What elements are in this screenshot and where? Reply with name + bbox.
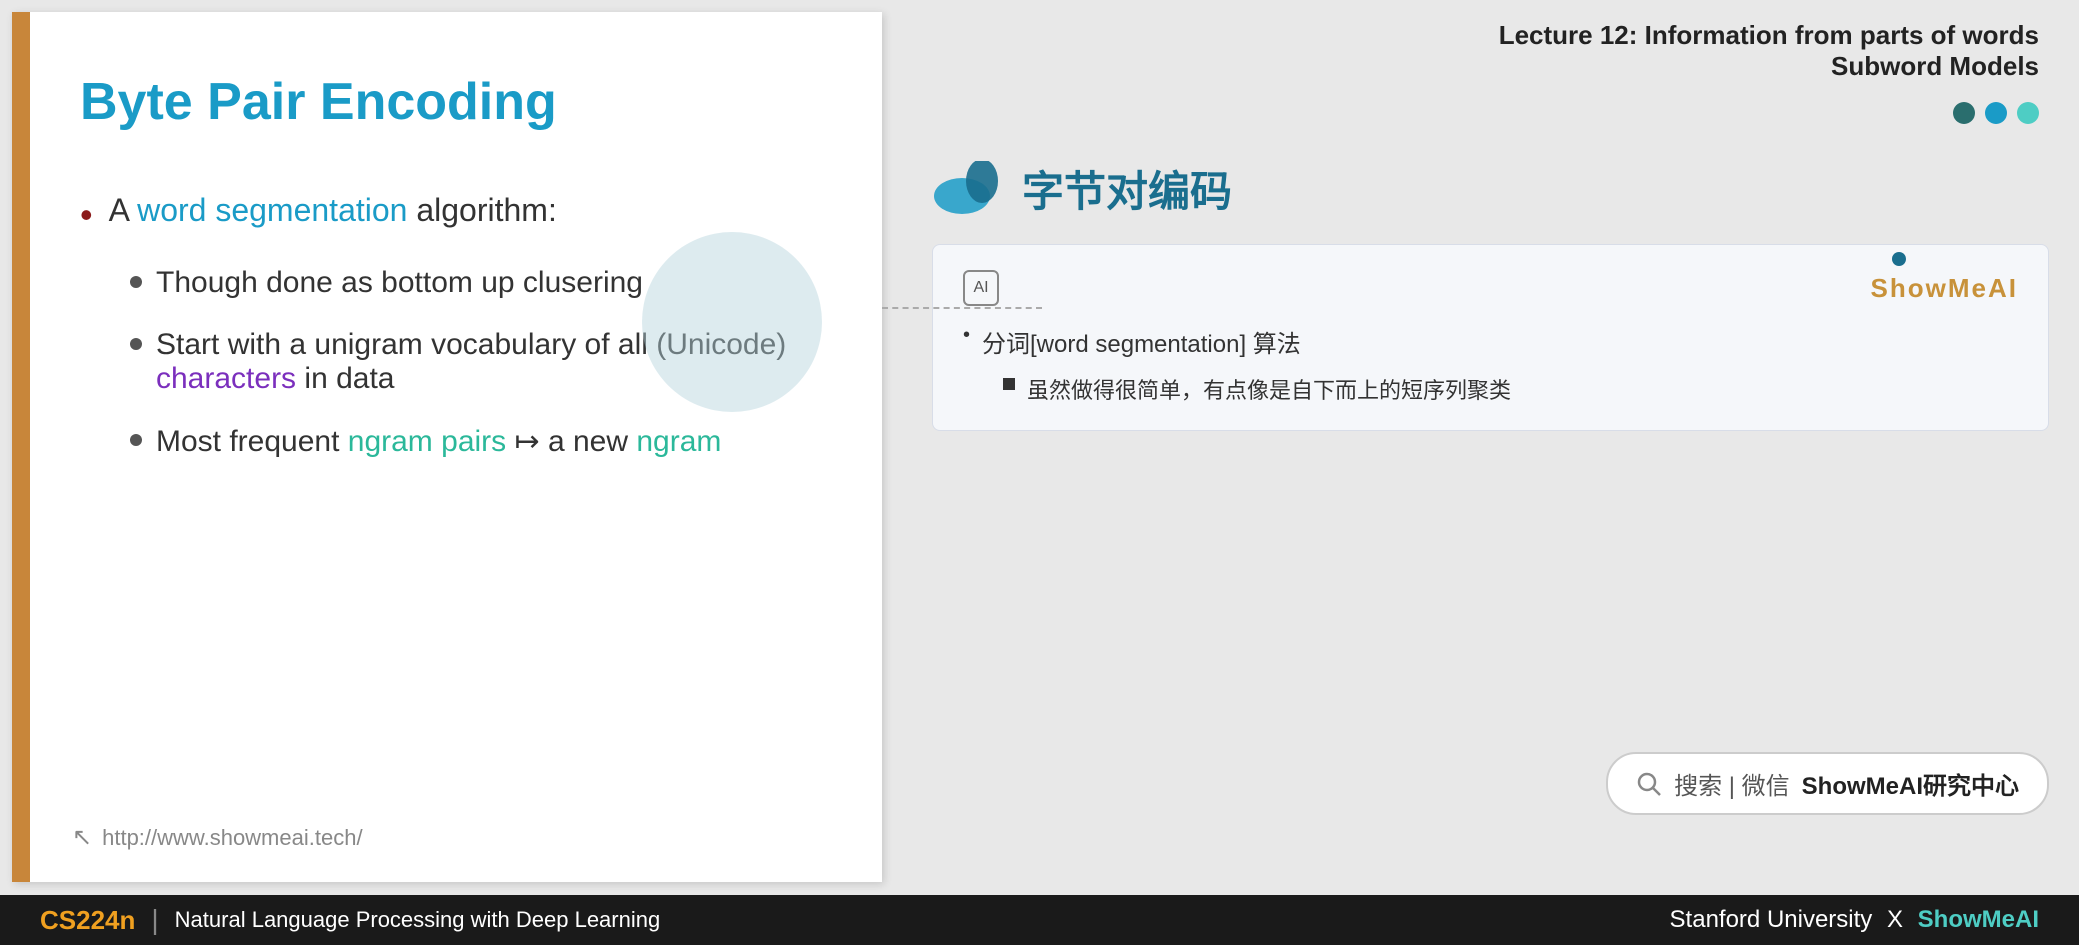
search-label-bold: ShowMeAI研究中心: [1802, 766, 2019, 801]
ai-icon: AI: [963, 270, 999, 306]
sub-bullet-3-text: Most frequent ngram pairs ↦ a new ngram: [156, 424, 721, 459]
bottom-description: Natural Language Processing with Deep Le…: [175, 907, 661, 933]
deco-circle: [642, 232, 822, 412]
dot-3: [2017, 102, 2039, 124]
sub-dot-2: [130, 338, 142, 350]
search-box[interactable]: 搜索 | 微信 ShowMeAI研究中心: [1606, 752, 2049, 815]
sub-dot-3: [130, 434, 142, 446]
bottom-bar: CS224n | Natural Language Processing wit…: [0, 895, 2079, 945]
trans-sub-bullet-1: 虽然做得很简单，有点像是自下而上的短序列聚类: [1003, 373, 2018, 405]
teal-dots: [932, 102, 2049, 124]
bottom-left: CS224n | Natural Language Processing wit…: [40, 904, 660, 936]
lecture-header: Lecture 12: Information from parts of wo…: [932, 20, 2049, 82]
bullet-dot-main: •: [80, 194, 93, 236]
dot-2: [1985, 102, 2007, 124]
bottom-right: Stanford University X ShowMeAI: [1670, 906, 2039, 934]
trans-dot-1: •: [963, 324, 970, 347]
footer-url: http://www.showmeai.tech/: [102, 825, 362, 851]
x-separator: X: [1887, 906, 1903, 933]
dot-1: [1953, 102, 1975, 124]
slide-title: Byte Pair Encoding: [80, 72, 832, 132]
slide-footer: ↖ http://www.showmeai.tech/: [72, 823, 363, 852]
showmeai-brand: ShowMeAI: [1871, 273, 2018, 304]
showmeai-bottom: ShowMeAI: [1918, 906, 2039, 933]
small-dot: [1892, 252, 1906, 266]
translation-box-header: AI ShowMeAI: [963, 270, 2018, 306]
cursor-icon: ↖: [72, 823, 92, 852]
trans-bullet-main-1: • 分词[word segmentation] 算法: [963, 324, 2018, 359]
trans-sub-square-1: [1003, 378, 1015, 390]
wave-icon: [932, 161, 1002, 216]
slide-border: [12, 12, 30, 882]
right-panel: Lecture 12: Information from parts of wo…: [902, 0, 2079, 895]
lecture-title-line1: Lecture 12: Information from parts of wo…: [932, 20, 2039, 51]
main-content: Byte Pair Encoding • A word segmentation…: [0, 0, 2079, 895]
bottom-divider: |: [151, 904, 158, 936]
search-icon: [1636, 771, 1662, 797]
dashed-connector: [882, 307, 1042, 309]
lecture-title-line2: Subword Models: [932, 51, 2039, 82]
translation-box: AI ShowMeAI • 分词[word segmentation] 算法 虽…: [932, 244, 2049, 431]
bullet-text-1: A word segmentation algorithm:: [109, 192, 557, 229]
search-text: 搜索 | 微信: [1674, 766, 1790, 801]
chinese-header: 字节对编码: [932, 158, 2049, 219]
sub-dot-1: [130, 276, 142, 288]
chinese-title: 字节对编码: [1022, 158, 1232, 219]
stanford-text: Stanford University: [1670, 906, 1873, 933]
main-bullet-1: • A word segmentation algorithm:: [80, 192, 832, 236]
slide-panel: Byte Pair Encoding • A word segmentation…: [12, 12, 882, 882]
sub-bullet-3: Most frequent ngram pairs ↦ a new ngram: [130, 424, 832, 459]
course-label: CS224n: [40, 905, 135, 936]
